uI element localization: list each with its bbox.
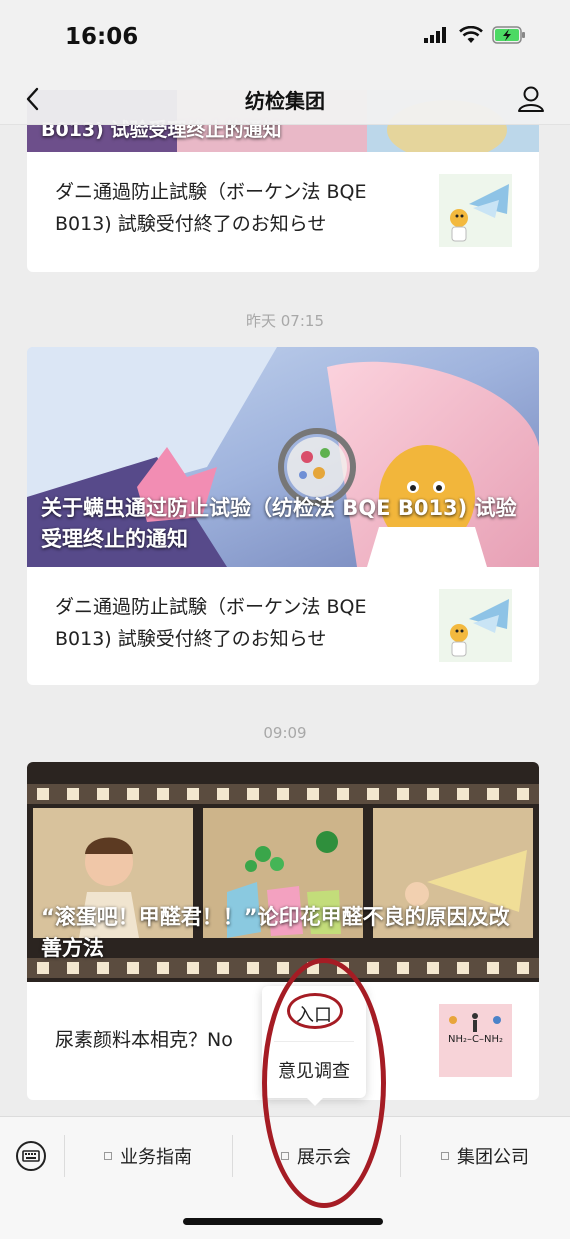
status-icons	[424, 26, 526, 44]
wifi-icon	[459, 26, 483, 43]
submenu-divider	[274, 1041, 354, 1042]
sub-article-title: 尿素颜料本相克？No	[55, 1029, 233, 1051]
keyboard-icon[interactable]	[15, 1140, 47, 1172]
sub-article-thumbnail: NH₂–C–NH₂	[439, 1004, 512, 1077]
submenu-indicator-icon	[104, 1152, 112, 1160]
timestamp: 昨天 07:15	[246, 312, 324, 330]
menu-item-label: 展示会	[297, 1147, 351, 1168]
sub-article-title: ダニ通過防止試験（ボーケン法 BQE B013) 試験受付終了のお知らせ	[55, 596, 367, 650]
sub-article-title: ダニ通過防止試験（ボーケン法 BQE B013) 試験受付終了のお知らせ	[55, 181, 367, 235]
menu-item-label: 业务指南	[120, 1147, 192, 1168]
menu-item-group-company[interactable]: 集团公司	[400, 1117, 570, 1195]
timestamp: 09:09	[263, 724, 307, 742]
menu-item-exhibition[interactable]: 展示会	[232, 1117, 400, 1195]
sub-article-thumbnail	[439, 174, 512, 247]
page-title: 纺检集团	[245, 89, 325, 113]
submenu-indicator-icon	[441, 1152, 449, 1160]
cover-title: “滚蛋吧！甲醛君！！”论印花甲醛不良的原因及改善方法	[41, 905, 510, 960]
submenu-indicator-icon	[281, 1152, 289, 1160]
menu-item-business-guide[interactable]: 业务指南	[64, 1117, 232, 1195]
submenu-popup: 入口 意见调查	[262, 986, 366, 1106]
sub-article-row[interactable]: ダニ通過防止試験（ボーケン法 BQE B013) 試験受付終了のお知らせ	[27, 567, 539, 685]
menu-item-label: 集团公司	[457, 1147, 529, 1168]
article-cover[interactable]: “滚蛋吧！甲醛君！！”论印花甲醛不良的原因及改善方法	[27, 762, 539, 982]
submenu-arrow	[307, 1098, 323, 1106]
article-cover[interactable]: 关于螨虫通过防止试验（纺检法 BQE B013) 试验受理终止的通知	[27, 347, 539, 567]
status-time: 16:06	[65, 24, 139, 50]
cover-title: 关于螨虫通过防止试验（纺检法 BQE B013) 试验受理终止的通知	[41, 496, 517, 551]
article-card[interactable]: 关于螨虫通过防止试验（纺检法 BQE B013) 试验受理终止的通知 ダニ通過防…	[27, 347, 539, 685]
mascot-spray-image	[439, 589, 512, 662]
sub-article-row[interactable]: ダニ通過防止試験（ボーケン法 BQE B013) 試験受付終了のお知らせ	[27, 152, 539, 270]
profile-icon[interactable]	[516, 83, 546, 115]
nav-bar: 纺检集团	[0, 75, 570, 125]
mascot-spray-image	[439, 174, 512, 247]
molecule-decor	[449, 1013, 501, 1032]
battery-charging-icon	[492, 26, 525, 44]
home-indicator	[183, 1218, 383, 1225]
submenu-item-entrance[interactable]: 入口	[262, 1001, 366, 1027]
signal-icon	[424, 27, 446, 43]
sub-article-thumbnail	[439, 589, 512, 662]
submenu-item-survey[interactable]: 意见调查	[262, 1057, 366, 1083]
status-bar: 16:06	[0, 0, 570, 75]
